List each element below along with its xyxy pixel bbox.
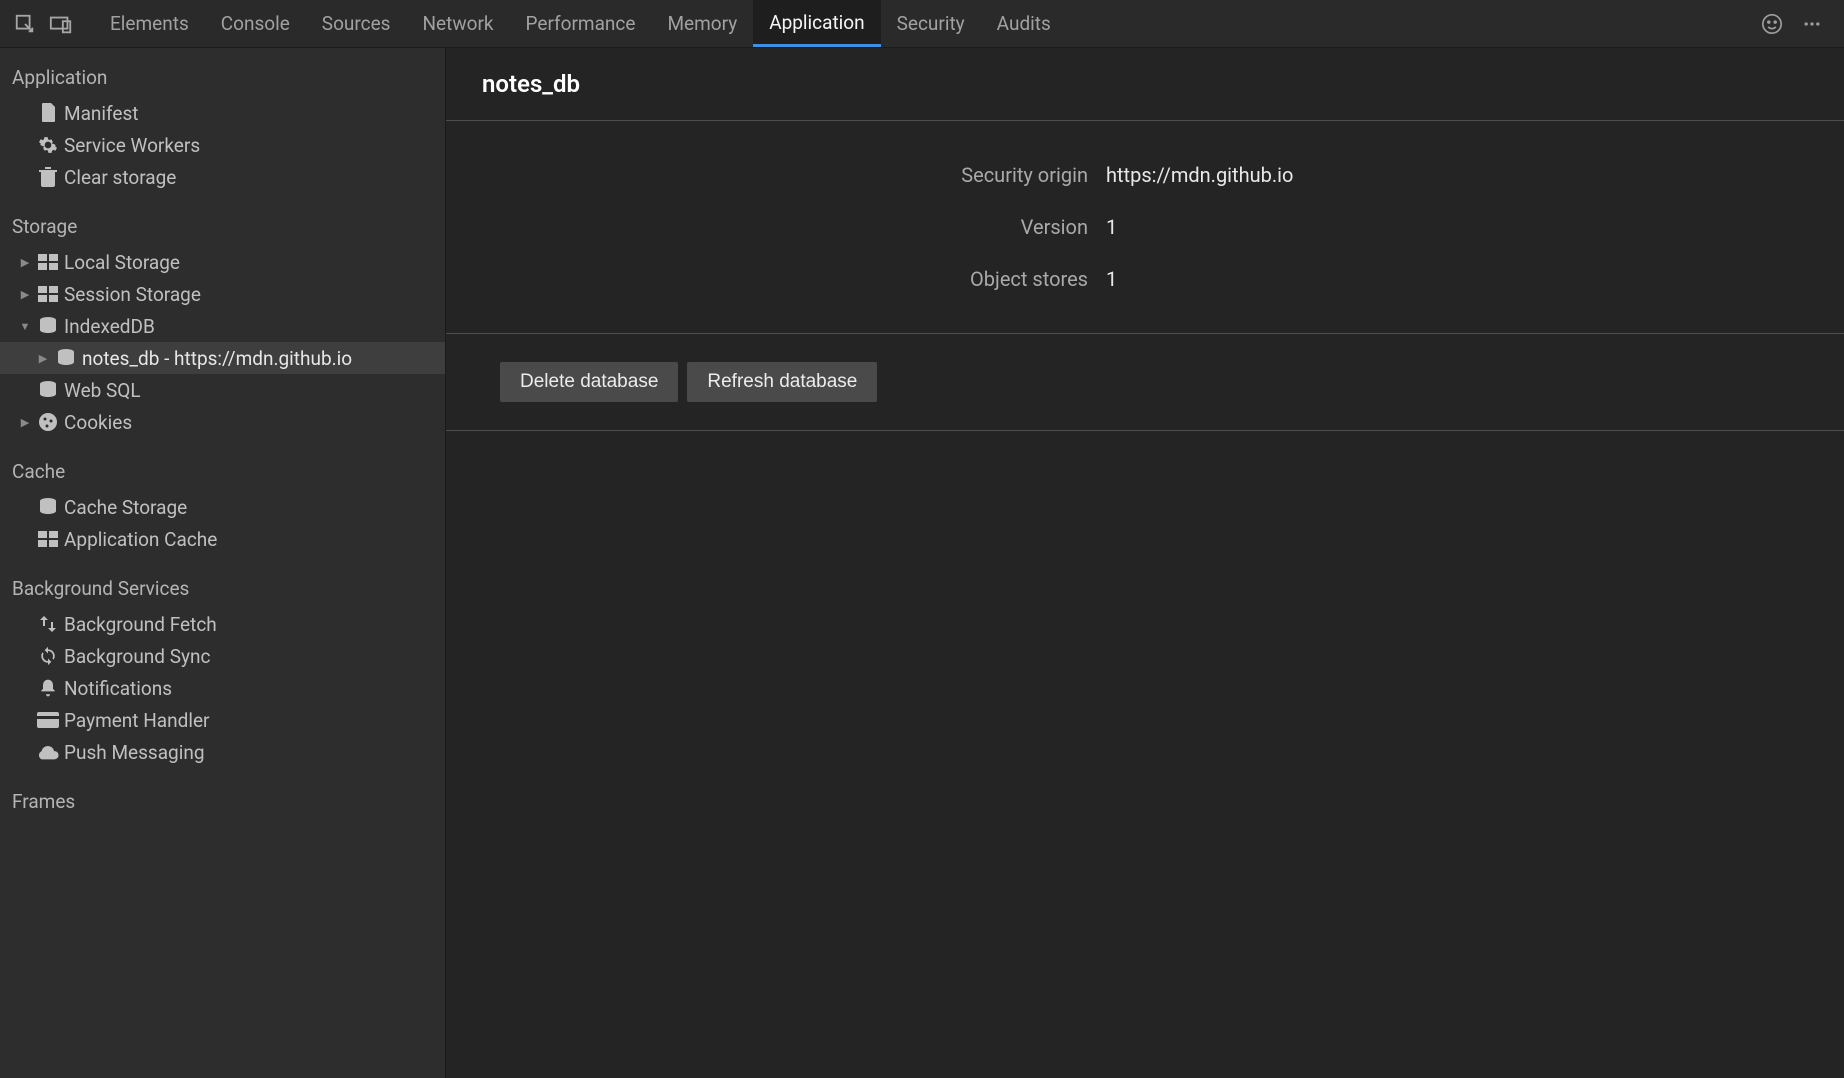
device-toolbar-icon[interactable]: [46, 9, 76, 39]
detail-security-origin: Security origin https://mdn.github.io: [446, 149, 1844, 201]
database-icon: [37, 496, 59, 518]
sync-icon: [37, 645, 59, 667]
grid-icon: [37, 528, 59, 550]
detail-value: https://mdn.github.io: [1106, 163, 1293, 187]
chevron-right-icon: ▶: [18, 288, 32, 301]
sidebar-item-push-messaging[interactable]: ▶ Push Messaging: [0, 736, 445, 768]
sidebar-item-label: IndexedDB: [64, 315, 155, 338]
application-workspace: Application ▶ Manifest ▶ Service Workers…: [0, 48, 1844, 1078]
chevron-down-icon: ▼: [18, 320, 32, 333]
more-icon[interactable]: [1798, 10, 1826, 38]
sidebar-item-label: Cookies: [64, 411, 132, 434]
application-main-panel: notes_db Security origin https://mdn.git…: [446, 48, 1844, 1078]
tabbar-right-tools: [1758, 10, 1844, 38]
detail-value: 1: [1106, 267, 1117, 291]
sidebar-item-indexeddb[interactable]: ▼ IndexedDB: [0, 310, 445, 342]
tab-security[interactable]: Security: [881, 0, 981, 47]
sidebar-item-background-fetch[interactable]: ▶ Background Fetch: [0, 608, 445, 640]
sidebar-item-cache-storage[interactable]: ▶ Cache Storage: [0, 491, 445, 523]
sidebar-item-label: Manifest: [64, 102, 139, 125]
transfer-icon: [37, 613, 59, 635]
sidebar-item-clear-storage[interactable]: ▶ Clear storage: [0, 161, 445, 193]
sidebar-item-label: Background Sync: [64, 645, 210, 668]
devtools-tab-bar: Elements Console Sources Network Perform…: [0, 0, 1844, 48]
element-selector-icon[interactable]: [10, 9, 40, 39]
database-details: Security origin https://mdn.github.io Ve…: [446, 121, 1844, 334]
sidebar-item-label: Cache Storage: [64, 496, 187, 519]
detail-label: Security origin: [446, 163, 1106, 187]
grid-icon: [37, 251, 59, 273]
main-header: notes_db: [446, 48, 1844, 121]
detail-label: Version: [446, 215, 1106, 239]
refresh-database-button[interactable]: Refresh database: [687, 362, 877, 402]
gear-icon: [37, 134, 59, 156]
sidebar-item-label: Push Messaging: [64, 741, 205, 764]
sidebar-item-label: Application Cache: [64, 528, 217, 551]
application-sidebar: Application ▶ Manifest ▶ Service Workers…: [0, 48, 446, 1078]
database-actions: Delete database Refresh database: [446, 334, 1844, 431]
sidebar-item-label: notes_db - https://mdn.github.io: [82, 347, 352, 370]
sidebar-item-label: Web SQL: [64, 379, 141, 402]
section-cache: Cache: [0, 450, 445, 491]
tabbar-left-tools: [0, 9, 86, 39]
sidebar-item-session-storage[interactable]: ▶ Session Storage: [0, 278, 445, 310]
trash-icon: [37, 166, 59, 188]
sidebar-item-label: Notifications: [64, 677, 172, 700]
sidebar-item-local-storage[interactable]: ▶ Local Storage: [0, 246, 445, 278]
database-title: notes_db: [482, 70, 1808, 98]
tab-elements[interactable]: Elements: [94, 0, 205, 47]
sidebar-item-web-sql[interactable]: ▶ Web SQL: [0, 374, 445, 406]
sidebar-item-notifications[interactable]: ▶ Notifications: [0, 672, 445, 704]
cloud-icon: [37, 741, 59, 763]
database-icon: [37, 315, 59, 337]
grid-icon: [37, 283, 59, 305]
sidebar-item-manifest[interactable]: ▶ Manifest: [0, 97, 445, 129]
sidebar-item-label: Service Workers: [64, 134, 200, 157]
tab-console[interactable]: Console: [205, 0, 306, 47]
smile-icon[interactable]: [1758, 10, 1786, 38]
sidebar-item-background-sync[interactable]: ▶ Background Sync: [0, 640, 445, 672]
chevron-right-icon: ▶: [18, 256, 32, 269]
document-icon: [37, 102, 59, 124]
bell-icon: [37, 677, 59, 699]
sidebar-item-service-workers[interactable]: ▶ Service Workers: [0, 129, 445, 161]
tab-memory[interactable]: Memory: [651, 0, 753, 47]
sidebar-item-application-cache[interactable]: ▶ Application Cache: [0, 523, 445, 555]
tab-application[interactable]: Application: [753, 0, 880, 47]
section-storage: Storage: [0, 205, 445, 246]
delete-database-button[interactable]: Delete database: [500, 362, 678, 402]
section-frames: Frames: [0, 780, 445, 821]
database-icon: [37, 379, 59, 401]
credit-card-icon: [37, 709, 59, 731]
tab-performance[interactable]: Performance: [510, 0, 652, 47]
sidebar-item-label: Payment Handler: [64, 709, 209, 732]
database-icon: [55, 347, 77, 369]
section-application: Application: [0, 56, 445, 97]
chevron-right-icon: ▶: [18, 416, 32, 429]
tab-sources[interactable]: Sources: [306, 0, 407, 47]
detail-version: Version 1: [446, 201, 1844, 253]
section-background-services: Background Services: [0, 567, 445, 608]
sidebar-item-cookies[interactable]: ▶ Cookies: [0, 406, 445, 438]
sidebar-item-notes-db[interactable]: ▶ notes_db - https://mdn.github.io: [0, 342, 445, 374]
devtools-tabs: Elements Console Sources Network Perform…: [94, 0, 1067, 47]
tab-audits[interactable]: Audits: [981, 0, 1067, 47]
sidebar-item-label: Local Storage: [64, 251, 180, 274]
detail-object-stores: Object stores 1: [446, 253, 1844, 305]
sidebar-item-label: Background Fetch: [64, 613, 217, 636]
sidebar-item-label: Clear storage: [64, 166, 176, 189]
detail-value: 1: [1106, 215, 1117, 239]
cookie-icon: [37, 411, 59, 433]
sidebar-item-label: Session Storage: [64, 283, 201, 306]
tab-network[interactable]: Network: [406, 0, 509, 47]
sidebar-item-payment-handler[interactable]: ▶ Payment Handler: [0, 704, 445, 736]
chevron-right-icon: ▶: [36, 352, 50, 365]
detail-label: Object stores: [446, 267, 1106, 291]
